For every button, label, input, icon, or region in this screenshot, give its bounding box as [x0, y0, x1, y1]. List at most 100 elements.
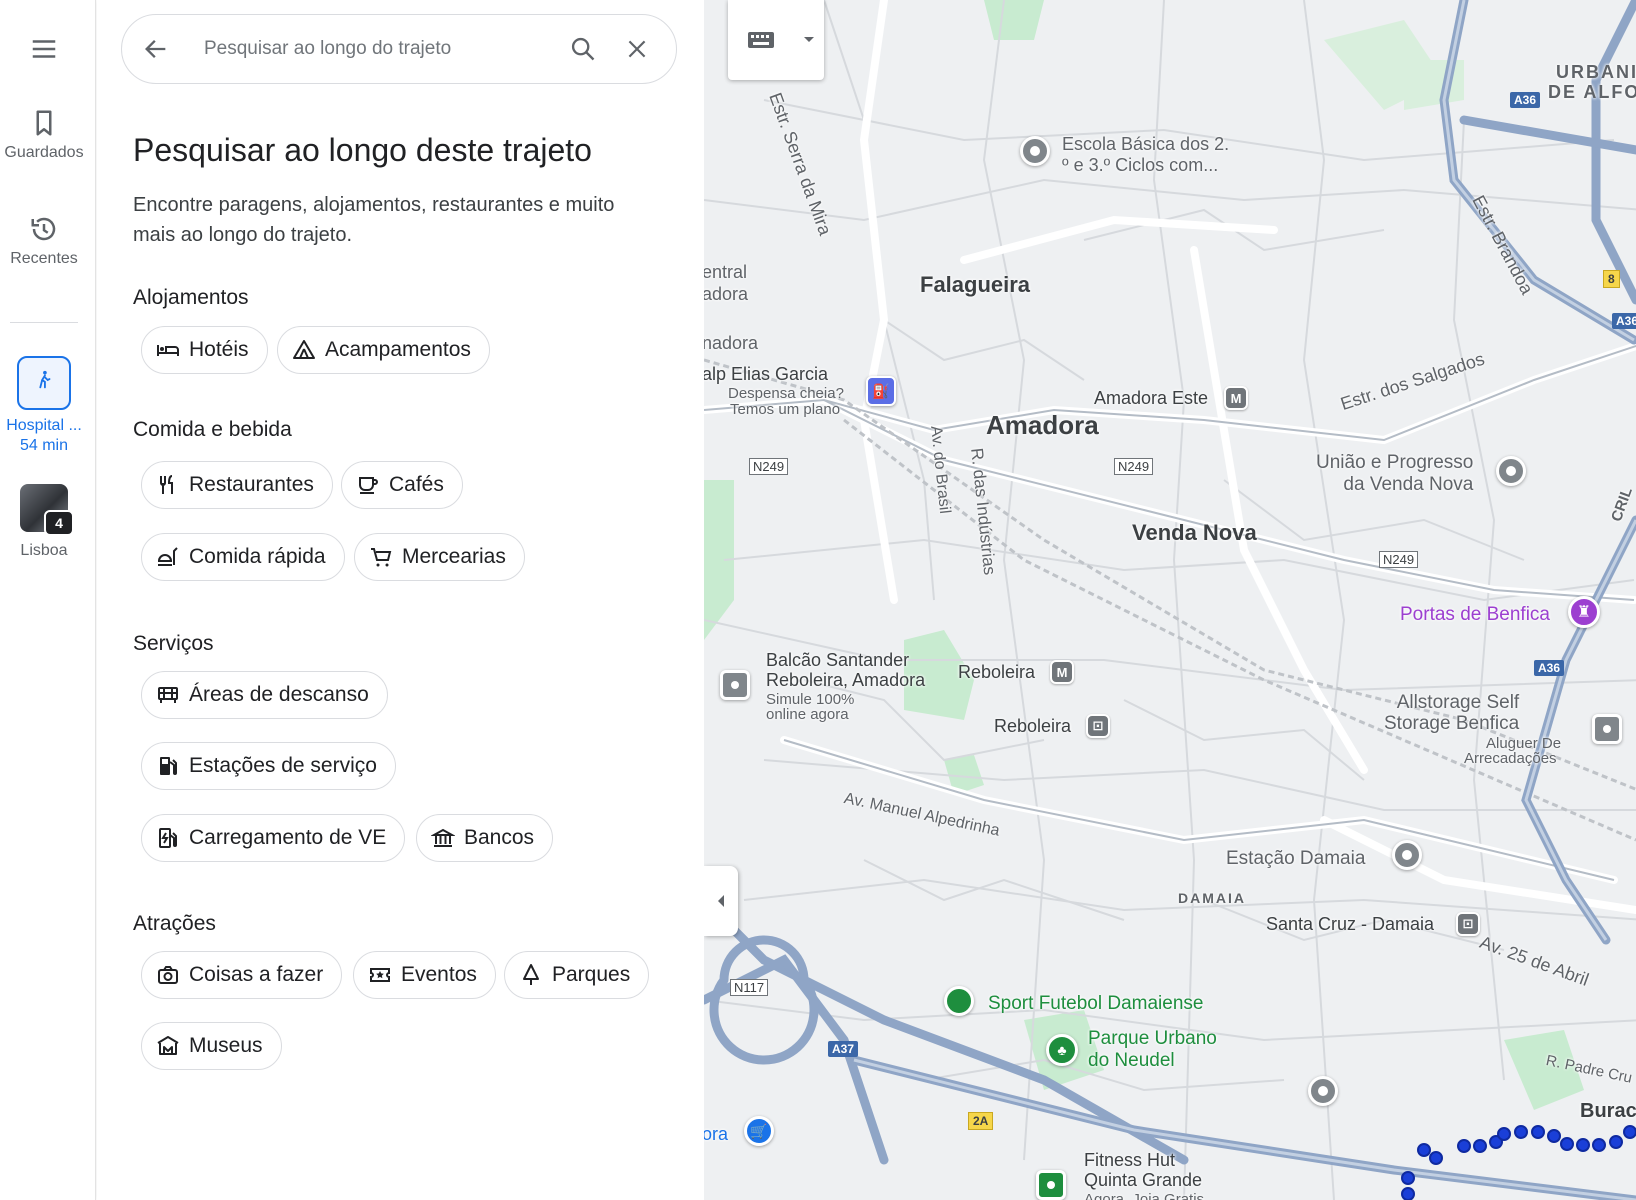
poi-ad-text: Despensa cheia?: [728, 385, 844, 402]
chip-label: Mercearias: [402, 545, 506, 568]
poi-name: Allstorage Self: [1396, 692, 1520, 713]
map-roads: [704, 0, 1636, 1200]
search-input[interactable]: [204, 38, 556, 60]
bed-icon: [157, 345, 179, 356]
chip-label: Parques: [552, 963, 631, 986]
road-shield-n249: N249: [749, 458, 789, 475]
section-title-attractions: Atrações: [133, 912, 216, 935]
walking-icon: [39, 370, 51, 389]
poi-label: adora: [704, 284, 749, 304]
landmark-pin[interactable]: ♜: [1568, 596, 1600, 628]
bookmark-icon: [36, 110, 52, 136]
search-button[interactable]: [556, 35, 610, 63]
poi-ad-text: Agora, Joia Gratis: [1084, 1191, 1205, 1200]
chip-label: Comida rápida: [189, 545, 326, 568]
back-button[interactable]: [142, 35, 192, 63]
sports-pin[interactable]: [944, 986, 974, 1016]
highway-badge-a36: A36: [1534, 660, 1565, 676]
poi-ad-text: Temos um plano: [730, 401, 841, 418]
panel-title: Pesquisar ao longo deste trajeto: [133, 132, 592, 168]
search-bar: [121, 14, 677, 84]
menu-button[interactable]: [0, 34, 88, 70]
chip-groceries[interactable]: Mercearias: [354, 533, 525, 581]
camera-icon: [158, 966, 178, 984]
ev-charging-icon: [159, 828, 177, 848]
chip-cafes[interactable]: Cafés: [341, 461, 463, 509]
shopping-pin[interactable]: 🛒: [744, 1116, 774, 1146]
road-shield-n249: N249: [1379, 551, 1419, 568]
station-label: Reboleira: [958, 662, 1036, 682]
storage-pin[interactable]: [1592, 714, 1622, 744]
train-icon[interactable]: ⊡: [1456, 912, 1480, 936]
saved-button[interactable]: Guardados: [0, 108, 88, 162]
park-pin[interactable]: ♣: [1046, 1034, 1078, 1066]
chip-label: Hotéis: [189, 338, 249, 361]
bank-icon: [431, 828, 455, 847]
recent-place-button[interactable]: 4 Lisboa: [0, 484, 88, 560]
chip-fast-food[interactable]: Comida rápida: [141, 533, 345, 581]
chip-rest-areas[interactable]: Áreas de descanso: [141, 671, 388, 719]
chip-label: Coisas a fazer: [189, 963, 324, 986]
poi-name: Reboleira, Amadora: [766, 670, 926, 690]
train-icon[interactable]: ⊡: [1086, 714, 1110, 738]
poi-ad-text: Simule 100%: [766, 691, 855, 708]
bank-pin[interactable]: [720, 670, 750, 700]
gym-pin[interactable]: [1036, 1170, 1066, 1200]
map-canvas[interactable]: N249 N249 N249 N117 A36 A36 A36 A37 2A 8…: [704, 0, 1636, 1200]
caret-left-icon: [718, 895, 724, 907]
gas-station-icon: [160, 757, 177, 775]
rest-area-icon: [158, 687, 178, 703]
highway-badge-a36: A36: [1510, 92, 1541, 108]
chip-camping[interactable]: Acampamentos: [277, 326, 490, 374]
station-pin[interactable]: [1392, 840, 1422, 870]
station-label: Reboleira: [994, 716, 1072, 736]
chip-hotels[interactable]: Hotéis: [141, 326, 268, 374]
trip-destination: Hospital ...: [6, 417, 82, 434]
keyboard-icon: [748, 32, 774, 48]
poi-label: Parque Urbano do Neudel: [1088, 1028, 1217, 1072]
search-icon: [571, 37, 595, 61]
school-pin[interactable]: [1308, 1076, 1338, 1106]
gas-station-pin[interactable]: ⛽: [866, 376, 896, 406]
ticket-icon: [370, 968, 390, 982]
search-along-route-panel: Pesquisar ao longo deste trajeto Encontr…: [97, 0, 704, 1200]
keyboard-button[interactable]: [728, 0, 794, 80]
chip-ev-charging[interactable]: Carregamento de VE: [141, 814, 406, 862]
chip-label: Museus: [189, 1034, 263, 1057]
recents-button[interactable]: Recentes: [0, 214, 88, 268]
chip-things-to-do[interactable]: Coisas a fazer: [141, 951, 343, 999]
chip-parks[interactable]: Parques: [504, 951, 650, 999]
input-tools-dropdown[interactable]: [794, 0, 824, 80]
chip-restaurants[interactable]: Restaurantes: [141, 461, 333, 509]
collapse-panel-button[interactable]: [704, 866, 738, 936]
trip-icon-box: [17, 356, 71, 410]
school-pin[interactable]: [1020, 136, 1050, 166]
area-label: DE ALFO: [1548, 82, 1636, 102]
chip-museums[interactable]: Museus: [141, 1022, 282, 1070]
exit-badge: 8: [1603, 270, 1620, 288]
area-label: URBANI: [1556, 62, 1636, 82]
clear-button[interactable]: [610, 36, 664, 62]
section-title-food: Comida e bebida: [133, 418, 292, 441]
restaurant-icon: [160, 475, 173, 494]
map-input-tools: [728, 0, 824, 80]
poi-label: ora: [704, 1124, 729, 1144]
rail-divider: [10, 322, 78, 323]
poi-name: Escola Básica dos 2.: [1062, 134, 1230, 154]
poi-name: Quinta Grande: [1084, 1170, 1203, 1190]
metro-icon[interactable]: M: [1050, 660, 1074, 684]
poi-label: alp Elias Garcia: [704, 364, 829, 384]
metro-icon[interactable]: M: [1224, 386, 1248, 410]
tree-icon: [523, 964, 539, 985]
active-trip-button[interactable]: Hospital ... 54 min: [0, 356, 88, 456]
poi-label: nadora: [704, 333, 759, 353]
chip-events[interactable]: Eventos: [353, 951, 496, 999]
menu-icon: [32, 40, 56, 58]
coffee-icon: [359, 477, 378, 494]
chip-gas-stations[interactable]: Estações de serviço: [141, 742, 396, 790]
poi-pin[interactable]: [1496, 456, 1526, 486]
chip-banks[interactable]: Bancos: [416, 814, 554, 862]
museum-icon: [157, 1036, 179, 1055]
chip-label: Cafés: [389, 473, 444, 496]
neighborhood-label: Burac: [1580, 1100, 1636, 1122]
